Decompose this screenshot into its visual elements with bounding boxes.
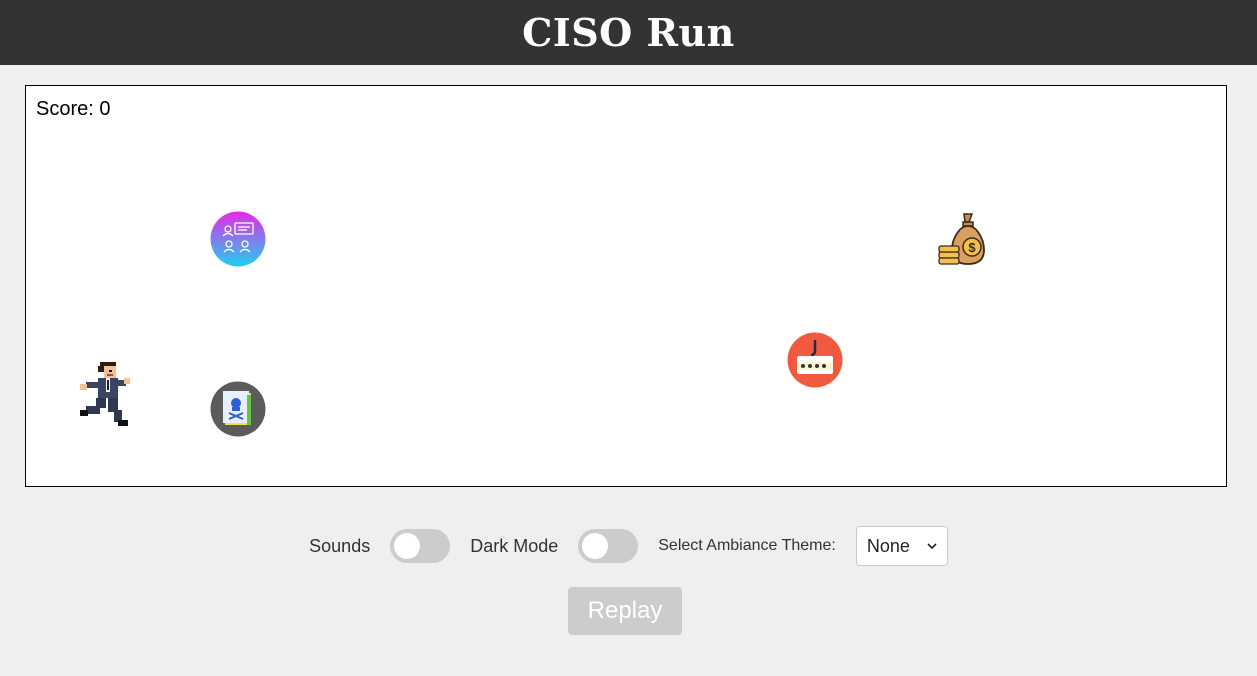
team-meeting-icon xyxy=(210,211,266,267)
toggle-knob xyxy=(394,533,421,559)
sounds-label: Sounds xyxy=(309,535,371,556)
money-bag-icon: $ xyxy=(938,213,985,265)
theme-select-value: None xyxy=(866,535,910,556)
game-canvas[interactable]: Score: 0 $ xyxy=(25,85,1227,487)
phishing-password-icon xyxy=(787,332,843,388)
chevron-down-icon xyxy=(927,543,937,549)
replay-button[interactable]: Replay xyxy=(568,587,682,635)
malware-file-icon xyxy=(210,381,266,437)
svg-text:$: $ xyxy=(968,240,976,255)
controls-bar: Sounds Dark Mode Select Ambiance Theme: … xyxy=(0,525,1257,567)
theme-select[interactable]: None xyxy=(855,526,948,566)
theme-label: Select Ambiance Theme: xyxy=(658,537,836,554)
dark-mode-toggle[interactable] xyxy=(578,529,639,563)
sounds-toggle[interactable] xyxy=(390,529,451,563)
score-display: Score: 0 xyxy=(36,98,111,120)
page-header: CISO Run xyxy=(0,0,1257,65)
running-ciso-icon xyxy=(80,362,130,426)
dark-mode-label: Dark Mode xyxy=(470,535,559,556)
toggle-knob xyxy=(582,533,609,559)
page-title: CISO Run xyxy=(522,10,735,55)
